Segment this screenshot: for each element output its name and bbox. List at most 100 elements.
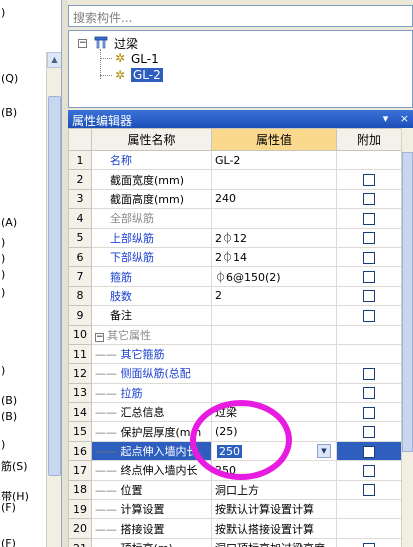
left-list-item[interactable]: (Q): [1, 72, 18, 85]
property-value[interactable]: [211, 305, 337, 326]
left-list-item[interactable]: ): [1, 364, 5, 377]
attach-checkbox[interactable]: [363, 174, 375, 187]
property-row[interactable]: 11 —— 其它箍筋: [68, 343, 402, 365]
property-value[interactable]: ⏀6@150(2): [211, 266, 337, 287]
property-row[interactable]: 8 肢数 2: [68, 285, 402, 307]
property-name-text: 计算设置: [120, 503, 165, 517]
property-value[interactable]: 2⏀14: [211, 246, 337, 268]
property-value[interactable]: 按默认计算设置计算: [211, 499, 337, 520]
property-row[interactable]: 18 —— 位置 洞口上方: [68, 479, 402, 501]
left-list-item[interactable]: ): [1, 236, 5, 249]
property-row[interactable]: 4 全部纵筋: [68, 208, 402, 229]
property-row[interactable]: 7 箍筋 ⏀6@150(2): [68, 266, 402, 287]
property-value[interactable]: 240: [211, 188, 337, 210]
left-list-item[interactable]: ): [1, 6, 5, 19]
attach-checkbox[interactable]: [363, 212, 375, 225]
property-row[interactable]: 20 —— 搭接设置 按默认搭接设置计算: [68, 518, 402, 539]
tree-connector: ——: [95, 542, 121, 547]
attach-checkbox[interactable]: [363, 445, 375, 458]
tree-item-gl2[interactable]: GL-2: [131, 68, 163, 82]
property-row[interactable]: 9 备注: [68, 305, 402, 326]
tree-connector: ——: [95, 425, 121, 439]
tree-connector: ——: [95, 406, 121, 420]
property-extra: [336, 402, 402, 423]
property-row[interactable]: 5 上部纵筋 2⏀12: [68, 227, 402, 248]
attach-checkbox[interactable]: [363, 290, 375, 303]
attach-checkbox[interactable]: [363, 406, 375, 419]
property-name: —— 侧面纵筋(总配: [91, 363, 212, 384]
tree-root-label[interactable]: 过梁: [114, 35, 138, 52]
scroll-up-icon[interactable]: ▲: [47, 52, 61, 68]
attach-checkbox[interactable]: [363, 484, 375, 497]
property-name: —— 拉筋: [91, 382, 212, 404]
property-name: —— 终点伸入墙内长: [91, 460, 212, 481]
attach-checkbox[interactable]: [363, 251, 375, 264]
property-scrollbar[interactable]: [401, 128, 413, 547]
tree-connector: ——: [95, 522, 121, 536]
scroll-thumb[interactable]: [48, 96, 61, 476]
property-value[interactable]: [211, 169, 337, 190]
panel-title: 属性编辑器: [72, 114, 133, 128]
row-number: 9: [68, 305, 92, 326]
row-number: 7: [68, 266, 92, 287]
property-extra: [336, 499, 402, 520]
property-value[interactable]: 洞口顶标高加过梁高度: [211, 537, 337, 547]
left-list-item[interactable]: ): [1, 268, 5, 281]
property-name-text: 肢数: [110, 289, 132, 303]
property-table: 属性名称 属性值 附加 1 名称 GL-2 2 截面宽度(mm) 3 截面高度(mm) 240…: [68, 128, 402, 547]
row-number: 18: [68, 479, 92, 501]
attach-checkbox[interactable]: [363, 464, 375, 477]
left-list-item[interactable]: (B): [1, 106, 17, 119]
property-value[interactable]: 洞口上方: [211, 479, 337, 501]
tree-item-gl1[interactable]: GL-1: [131, 52, 159, 66]
attach-checkbox[interactable]: [363, 193, 375, 206]
property-value[interactable]: [211, 208, 337, 229]
property-value[interactable]: [211, 324, 337, 345]
left-list-item[interactable]: (B): [1, 394, 17, 407]
property-row[interactable]: 21—— 顶标高(m)洞口顶标高加过梁高度: [68, 537, 402, 547]
col-header-name: 属性名称: [91, 128, 212, 151]
left-list-item[interactable]: (F): [1, 537, 16, 547]
search-input[interactable]: 搜索构件...: [68, 5, 413, 27]
left-list-item[interactable]: (A): [1, 216, 17, 229]
property-row[interactable]: 12 —— 侧面纵筋(总配: [68, 363, 402, 384]
property-extra: [336, 227, 402, 248]
property-row[interactable]: 19 —— 计算设置 按默认计算设置计算: [68, 499, 402, 520]
attach-checkbox[interactable]: [363, 542, 375, 547]
property-row[interactable]: 2 截面宽度(mm): [68, 169, 402, 190]
property-value[interactable]: 2⏀12: [211, 227, 337, 248]
row-number: 21: [68, 537, 92, 547]
chevron-down-icon[interactable]: ▼: [317, 444, 331, 459]
group-collapse-icon[interactable]: −: [95, 332, 104, 342]
property-value[interactable]: [211, 363, 337, 384]
attach-checkbox[interactable]: [363, 232, 375, 245]
property-row[interactable]: 6 下部纵筋 2⏀14: [68, 246, 402, 268]
property-name-text: 侧面纵筋(总配: [120, 367, 191, 381]
left-list-item[interactable]: (B): [1, 410, 17, 423]
left-list-item[interactable]: 筋(S): [1, 458, 28, 474]
property-value[interactable]: [211, 382, 337, 404]
component-tree: − 过梁 ✲ ✲ GL-1 GL-2: [68, 30, 413, 108]
property-row[interactable]: 3 截面高度(mm) 240: [68, 188, 402, 210]
property-value[interactable]: GL-2: [211, 149, 337, 171]
close-icon[interactable]: ×: [400, 112, 409, 125]
attach-checkbox[interactable]: [363, 309, 375, 322]
attach-checkbox[interactable]: [363, 426, 375, 439]
property-row[interactable]: 10− 其它属性: [68, 324, 402, 345]
left-list-item[interactable]: ): [1, 286, 5, 299]
scroll-thumb[interactable]: [402, 152, 413, 452]
property-value[interactable]: 按默认搭接设置计算: [211, 518, 337, 539]
collapse-toggle-icon[interactable]: −: [78, 39, 87, 48]
property-name: —— 搭接设置: [91, 518, 212, 539]
attach-checkbox[interactable]: [363, 387, 375, 400]
property-value[interactable]: 2: [211, 285, 337, 307]
property-value[interactable]: [211, 343, 337, 365]
pin-icon[interactable]: ▾: [383, 112, 389, 125]
property-row[interactable]: 1 名称 GL-2: [68, 149, 402, 171]
attach-checkbox[interactable]: [363, 367, 375, 380]
left-list-item[interactable]: ): [1, 252, 5, 265]
left-list-item[interactable]: (F): [1, 501, 16, 514]
attach-checkbox[interactable]: [363, 271, 375, 284]
left-list-item[interactable]: ): [1, 438, 5, 451]
left-scrollbar[interactable]: ▲: [46, 52, 61, 547]
